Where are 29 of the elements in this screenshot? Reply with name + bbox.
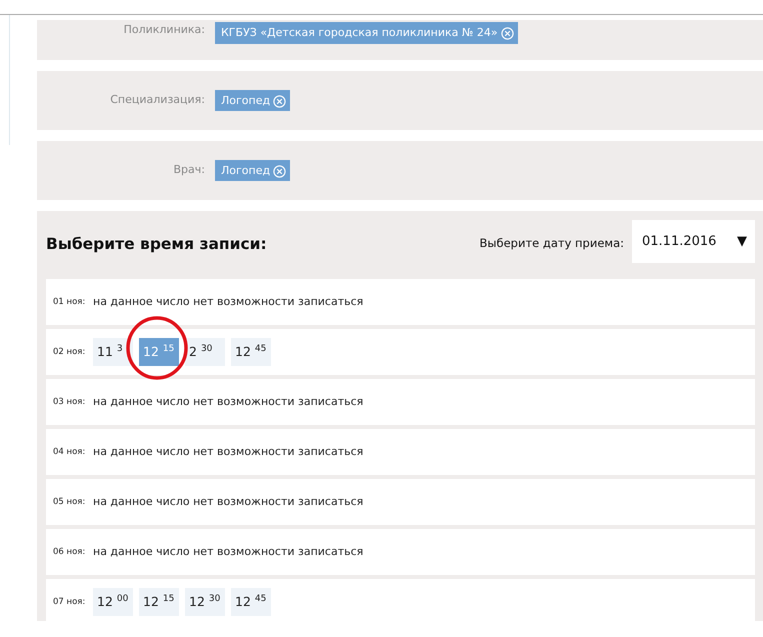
remove-icon[interactable]: [273, 164, 286, 178]
highlight-circle: [126, 316, 188, 380]
day-date: 04 ноя:: [53, 446, 86, 458]
no-slots-message: на данное число нет возможности записаться: [93, 294, 364, 310]
time-slot[interactable]: 12 $^{30}$: [185, 588, 225, 616]
no-slots-message: на данное число нет возможности записаться: [93, 544, 364, 560]
filter-label: Врач:: [172, 162, 206, 178]
no-slots-message: на данное число нет возможности записаться: [93, 494, 364, 510]
no-slots-message: на данное число нет возможности записаться: [93, 394, 364, 410]
time-slot[interactable]: 2 $^{30}$: [185, 338, 225, 366]
date-label: Выберите дату приема:: [480, 235, 624, 252]
day-date: 05 ноя:: [53, 496, 86, 508]
day-date: 06 ноя:: [53, 546, 86, 558]
time-slot[interactable]: 12 $^{00}$: [93, 588, 133, 616]
filter-label: Специализация:: [109, 92, 206, 108]
time-slot[interactable]: 12 $^{15}$: [139, 588, 179, 616]
remove-icon[interactable]: [273, 94, 286, 108]
day-date: 01 ноя:: [53, 296, 86, 308]
filter-label: Поликлиника:: [122, 22, 206, 38]
section-title: Выберите время записи:: [46, 234, 267, 255]
date-select[interactable]: 01.11.2016 ▼: [632, 220, 755, 263]
time-slot[interactable]: 11 $^{3}$: [93, 338, 133, 366]
day-date: 07 ноя:: [53, 596, 86, 608]
no-slots-message: на данное число нет возможности записаться: [93, 444, 364, 460]
day-date: 02 ноя:: [53, 346, 86, 358]
time-slot[interactable]: 12 $^{45}$: [231, 588, 271, 616]
time-slot[interactable]: 12 $^{45}$: [231, 338, 271, 366]
day-date: 03 ноя:: [53, 396, 86, 408]
remove-icon[interactable]: [500, 26, 514, 40]
